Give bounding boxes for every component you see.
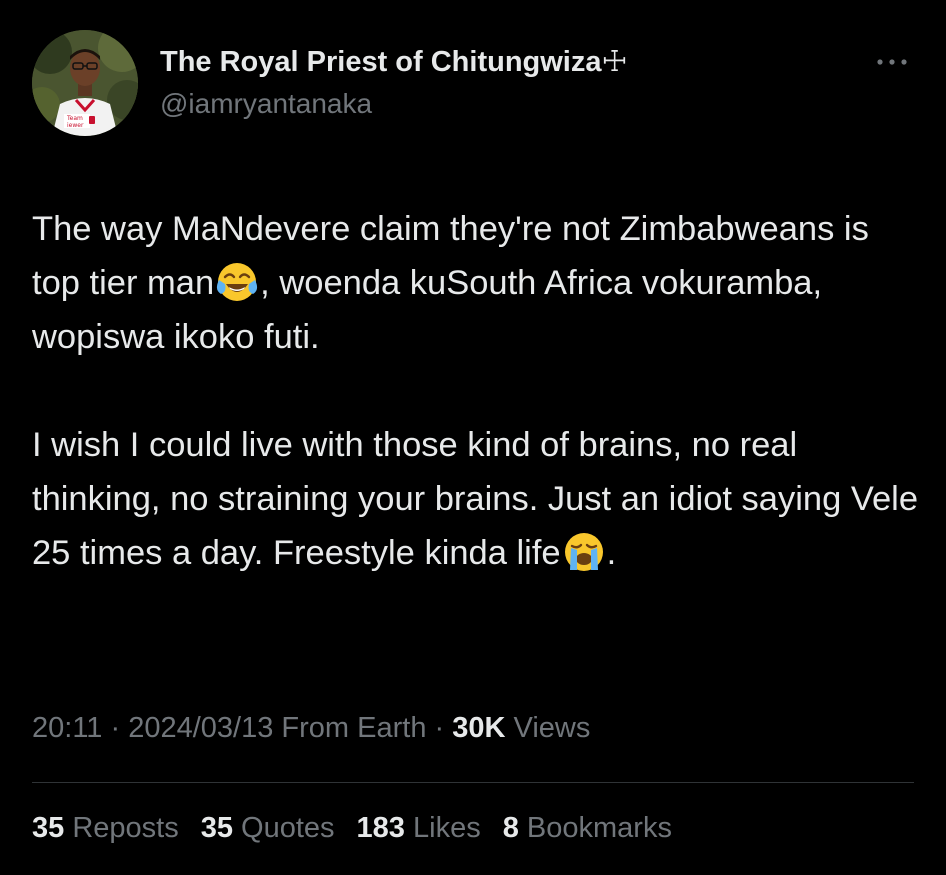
author-display-name[interactable]: The Royal Priest of Chitungwiza☩ bbox=[160, 44, 627, 79]
tweet-text-part: I wish I could live with those kind of b… bbox=[32, 426, 919, 572]
avatar-shirt-text-1: Team bbox=[66, 115, 83, 122]
reposts-count: 35 bbox=[32, 812, 65, 844]
avatar-photo: Team iewer bbox=[32, 30, 138, 136]
quotes-stat[interactable]: 35 Quotes bbox=[201, 812, 335, 844]
loudly-crying-emoji-icon bbox=[564, 533, 603, 571]
reposts-stat[interactable]: 35 Reposts bbox=[32, 812, 179, 844]
likes-label: Likes bbox=[404, 812, 481, 844]
views-count: 30K bbox=[452, 712, 506, 744]
tweet-detail: Team iewer The Royal Priest of Chitungwi… bbox=[0, 0, 946, 875]
bookmarks-stat[interactable]: 8 Bookmarks bbox=[503, 812, 672, 844]
tweet-time[interactable]: 20:11 bbox=[32, 712, 102, 744]
meta-separator: · bbox=[102, 712, 129, 744]
more-options-icon[interactable] bbox=[872, 52, 912, 72]
tweet-text-part: . bbox=[606, 534, 617, 572]
views-label: Views bbox=[505, 712, 591, 744]
meta-separator: · bbox=[426, 712, 453, 744]
likes-count: 183 bbox=[356, 812, 405, 844]
tweet-location: From Earth bbox=[273, 712, 427, 744]
quotes-count: 35 bbox=[200, 812, 233, 844]
avatar-shirt-text-2: iewer bbox=[67, 122, 84, 129]
tweet-meta: 20:11 · 2024/03/13 From Earth · 30K View… bbox=[32, 712, 590, 745]
divider bbox=[32, 782, 914, 783]
reposts-label: Reposts bbox=[64, 812, 179, 844]
tweet-text: The way MaNdevere claim they're not Zimb… bbox=[32, 202, 922, 580]
tears-of-joy-emoji-icon bbox=[217, 263, 258, 301]
quotes-label: Quotes bbox=[232, 812, 335, 844]
author-handle[interactable]: @iamryantanaka bbox=[160, 88, 372, 120]
bookmarks-count: 8 bbox=[502, 812, 519, 844]
tweet-date[interactable]: 2024/03/13 bbox=[128, 712, 273, 744]
engagement-stats: 35 Reposts 35 Quotes 183 Likes 8 Bookmarks bbox=[32, 812, 694, 845]
bookmarks-label: Bookmarks bbox=[518, 812, 672, 844]
likes-stat[interactable]: 183 Likes bbox=[357, 812, 481, 844]
avatar[interactable]: Team iewer bbox=[32, 30, 138, 136]
tweet-paragraph-2: I wish I could live with those kind of b… bbox=[32, 418, 922, 580]
tweet-paragraph-1: The way MaNdevere claim they're not Zimb… bbox=[32, 202, 922, 364]
